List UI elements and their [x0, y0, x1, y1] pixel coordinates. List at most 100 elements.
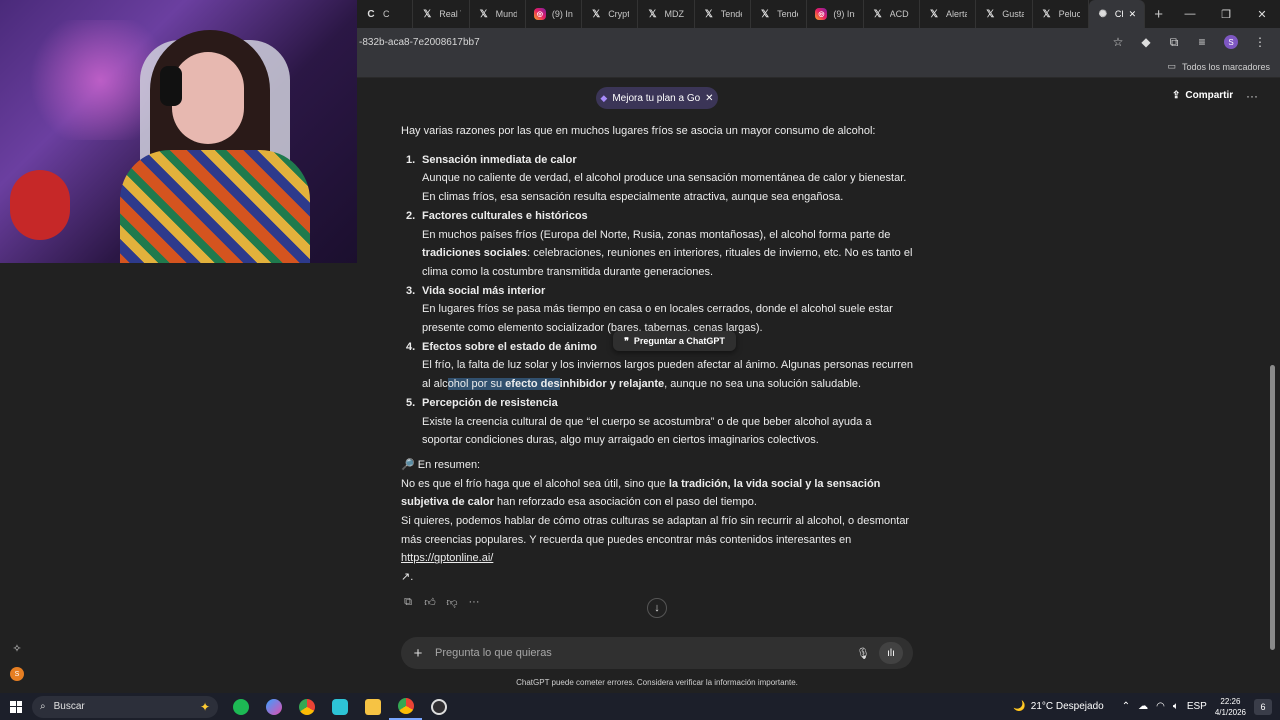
file-explorer-app[interactable]	[356, 693, 389, 720]
message-actions: ⧉ 👍︎ 👎︎ ···	[401, 595, 481, 609]
spotify-app[interactable]	[224, 693, 257, 720]
notifications-badge[interactable]: 6	[1254, 698, 1272, 715]
share-label: Compartir	[1185, 90, 1234, 101]
prompt-input[interactable]	[435, 647, 847, 659]
browser-tab[interactable]: 𝕏 Alerta	[920, 0, 977, 28]
browser-tab[interactable]: CC	[357, 0, 414, 28]
microphone-icon[interactable]: 🎙︎	[853, 647, 873, 660]
chevron-up-icon[interactable]: ⌃	[1122, 701, 1130, 712]
message-intro: Hay varias razones por las que en muchos…	[401, 125, 876, 137]
list-item-heading: Percepción de resistencia	[422, 396, 558, 409]
browser-tab[interactable]: 𝕏 Real Tim	[413, 0, 470, 28]
browser-tab[interactable]: 𝕏 MDZ O	[638, 0, 695, 28]
more-actions-icon[interactable]: ···	[467, 595, 481, 609]
browser-tab[interactable]: 𝕏 ACD M	[864, 0, 920, 28]
browser-tab[interactable]: 𝕏 Crypto	[582, 0, 639, 28]
copilot-app[interactable]	[257, 693, 290, 720]
browser-tab[interactable]: 𝕏 Gustav	[976, 0, 1033, 28]
browser-tab[interactable]: 𝕏 Tenden	[695, 0, 752, 28]
voice-mode-button[interactable]: ılı	[879, 642, 903, 664]
window-controls: — ❐ ✕	[1172, 0, 1280, 28]
restore-icon[interactable]: ❐	[1208, 0, 1244, 28]
obs-app[interactable]	[422, 693, 455, 720]
weather-label: 21°C Despejado	[1030, 701, 1104, 712]
extension-icon[interactable]: ◆	[1132, 35, 1160, 49]
list-number: 1.	[406, 153, 416, 166]
spotify-icon	[232, 698, 249, 715]
summary-label: 🔎 En resumen:	[401, 458, 481, 471]
scroll-down-button[interactable]: ↓	[647, 598, 667, 618]
folder-icon: ▭	[1167, 61, 1176, 71]
volume-icon[interactable]: 🔈︎	[1173, 701, 1179, 712]
tab-title: Tenden	[720, 9, 742, 19]
quote-icon: ❞	[624, 335, 629, 346]
all-bookmarks-link[interactable]: Todos los marcadores	[1182, 62, 1270, 72]
clock-time: 22:26	[1220, 696, 1241, 706]
thumbs-up-icon[interactable]: 👍︎	[423, 595, 437, 609]
ask-chatgpt-button[interactable]: ❞ Preguntar a ChatGPT	[613, 331, 736, 351]
network-icon[interactable]: ☁	[1138, 701, 1148, 712]
tab-favicon-icon: C	[367, 8, 375, 20]
profile-avatar[interactable]: S	[1224, 35, 1238, 49]
moon-icon: 🌙	[1013, 701, 1026, 712]
close-window-icon[interactable]: ✕	[1244, 0, 1280, 28]
tab-title: (9) Inst	[551, 9, 573, 19]
webcam-overlay	[0, 0, 357, 263]
selected-text: ohol por su	[447, 378, 506, 391]
clock[interactable]: 22:26 4/1/2026	[1215, 696, 1246, 718]
x-icon: 𝕏	[761, 8, 770, 20]
obs-icon	[430, 698, 447, 715]
language-indicator[interactable]: ESP	[1187, 701, 1207, 712]
upgrade-plan-pill[interactable]: ◆ Mejora tu plan a Go ✕	[596, 87, 718, 109]
tab-title: Real Tim	[439, 9, 460, 19]
close-tab-icon[interactable]: ✕	[1129, 9, 1137, 20]
media-icon[interactable]: ≡	[1188, 35, 1216, 49]
browser-tab-active[interactable]: ✺ Ch ✕	[1088, 0, 1146, 28]
browser-menu-icon[interactable]: ⋮	[1246, 35, 1274, 49]
chrome-app-active[interactable]	[389, 693, 422, 720]
start-button[interactable]	[0, 700, 32, 713]
browser-tab[interactable]: ◎ (9) Inst	[807, 0, 864, 28]
bookmark-star-icon[interactable]: ☆	[1104, 35, 1132, 49]
browser-tab[interactable]: ◎ (9) Inst	[526, 0, 583, 28]
plus-icon[interactable]: +	[411, 645, 425, 662]
wifi-icon[interactable]: ◠	[1156, 701, 1165, 712]
browser-tab[interactable]: 𝕏 Mundo	[470, 0, 526, 28]
thumbs-down-icon[interactable]: 👎︎	[445, 595, 459, 609]
body-text: han reforzado esa asociación con el paso…	[493, 496, 757, 509]
minimize-icon[interactable]: —	[1172, 0, 1208, 28]
disclaimer-text: ChatGPT puede cometer errores. Considera…	[516, 678, 798, 687]
store-app[interactable]	[323, 693, 356, 720]
x-icon: 𝕏	[648, 8, 657, 20]
new-tab-button[interactable]: +	[1145, 6, 1172, 23]
page-scrollbar[interactable]	[1270, 365, 1275, 650]
list-item-heading: Vida social más interior	[422, 284, 546, 297]
search-icon: ⌕	[40, 701, 46, 712]
copy-icon[interactable]: ⧉	[401, 595, 415, 609]
url-field[interactable]: -832b-aca8-7e2008617bb7	[359, 37, 1104, 48]
ask-chatgpt-label: Preguntar a ChatGPT	[633, 336, 725, 346]
waveform-icon: ılı	[887, 647, 895, 659]
clock-date: 4/1/2026	[1214, 707, 1246, 717]
text-selection[interactable]: ohol por su efecto des	[447, 378, 560, 391]
list-item-body: Aunque no caliente de verdad, el alcohol…	[422, 172, 907, 204]
sparkle-icon[interactable]: ✧	[10, 641, 24, 655]
weather-widget[interactable]: 🌙 21°C Despejado	[1013, 701, 1103, 712]
taskbar-search[interactable]: ⌕ Buscar ✦	[32, 695, 218, 718]
tab-title: Crypto	[608, 9, 630, 19]
gptonline-link[interactable]: https://gptonline.ai/	[401, 552, 493, 564]
user-avatar[interactable]: S	[10, 667, 24, 681]
browser-tab[interactable]: 𝕏 Peluca	[1033, 0, 1089, 28]
tab-title: ACD M	[889, 9, 911, 19]
puzzle-icon[interactable]: ⧉	[1160, 35, 1188, 50]
list-item: 5. Percepción de resistencia Existe la c…	[401, 394, 913, 450]
webcam-decoration	[10, 170, 70, 240]
diamond-icon: ◆	[600, 92, 608, 103]
share-button[interactable]: ⇪ Compartir	[1172, 90, 1233, 101]
close-icon[interactable]: ✕	[705, 93, 713, 104]
tab-title: C	[383, 9, 390, 19]
browser-tab[interactable]: 𝕏 Tenden	[751, 0, 808, 28]
more-options-icon[interactable]: ···	[1246, 89, 1258, 103]
chrome-app[interactable]	[290, 693, 323, 720]
list-item: 3. Vida social más interior En lugares f…	[401, 282, 913, 338]
